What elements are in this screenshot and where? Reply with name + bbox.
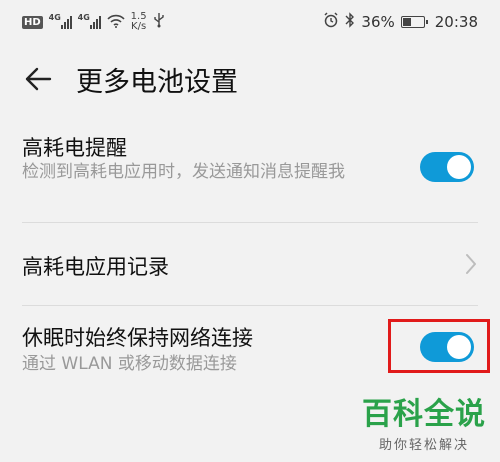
signal-icon-2: 4G [78,13,101,29]
signal-icon: 4G [49,13,72,29]
battery-percent: 36% [361,13,395,31]
usb-icon [153,12,165,32]
status-bar: HD 4G 4G 1.5 K/s 36% 20:38 [0,0,500,44]
setting-title: 高耗电应用记录 [22,255,169,279]
bluetooth-icon [345,12,355,32]
status-bar-right: 36% 20:38 [323,12,478,32]
highlight-box [388,319,490,373]
watermark-logo: 百科全说 助你轻松解决 [362,397,486,454]
high-power-alert-toggle[interactable] [420,152,474,182]
page-title: 更多电池设置 [76,66,238,98]
setting-high-power-alert[interactable]: 高耗电提醒 检测到高耗电应用时，发送通知消息提醒我 [0,114,500,222]
chevron-right-icon [466,254,476,274]
setting-title: 休眠时始终保持网络连接 [22,326,253,350]
setting-high-power-app-record[interactable]: 高耗电应用记录 [0,223,500,305]
watermark-sub: 助你轻松解决 [378,438,469,453]
status-bar-left: HD 4G 4G 1.5 K/s [22,12,165,32]
battery-icon [400,16,428,28]
setting-subtitle: 检测到高耗电应用时，发送通知消息提醒我 [22,162,345,182]
watermark-main: 百科全说 [362,397,486,432]
clock: 20:38 [434,13,478,31]
title-bar: 更多电池设置 [0,44,500,114]
back-button[interactable] [8,49,68,109]
network-speed: 1.5 K/s [130,11,147,32]
setting-title: 高耗电提醒 [22,136,127,160]
hd-badge: HD [22,15,43,29]
alarm-icon [323,12,339,32]
wifi-icon [107,13,125,32]
toggle-knob [447,155,471,179]
setting-subtitle: 通过 WLAN 或移动数据连接 [22,354,237,374]
back-arrow-icon [25,67,52,91]
